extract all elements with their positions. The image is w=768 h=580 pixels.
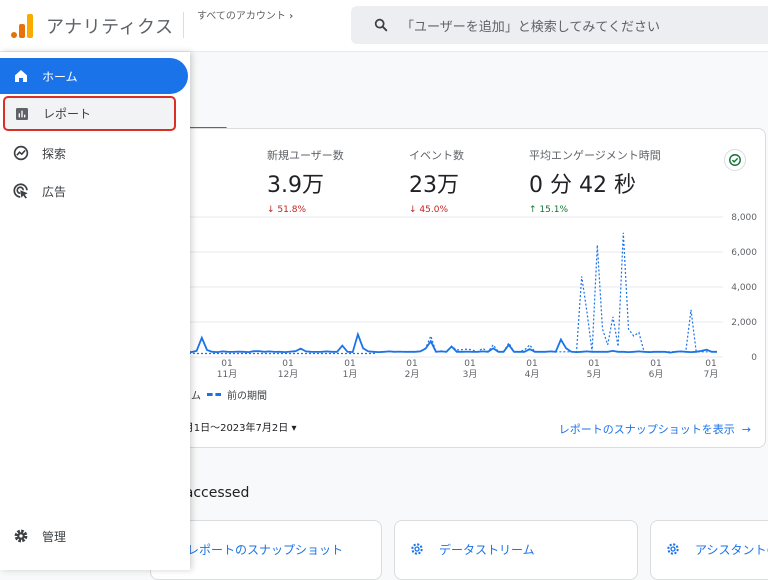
line-chart: 8,0006,0004,0002,00000111月0112月011月012月0… — [180, 213, 757, 379]
x-tick-month: 5月 — [587, 369, 602, 379]
x-tick-day: 01 — [282, 359, 293, 369]
legend-previous-swatch — [207, 393, 221, 396]
x-tick-day: 01 — [344, 359, 355, 369]
account-selector-label: すべてのアカウント — [197, 11, 286, 22]
arrow-right-icon: → — [738, 423, 751, 436]
sidebar-item-admin[interactable]: 管理 — [0, 518, 188, 554]
sidebar-item-label: 探索 — [42, 146, 67, 161]
top-bar: アナリティクス すべてのアカウント › 「ユーザーを追加」と検索してみてください — [0, 0, 768, 52]
gear-icon — [667, 543, 679, 555]
legend-previous-label: 前の期間 — [227, 391, 267, 402]
x-tick-month: 6月 — [649, 369, 664, 379]
metric-value: 0 分 42 秒 — [529, 173, 636, 198]
caret-down-icon: ▾ — [291, 423, 297, 434]
title-divider — [183, 12, 184, 38]
sidebar-item-reports[interactable]: レポート — [3, 96, 176, 131]
search-input[interactable]: 「ユーザーを追加」と検索してみてください — [351, 6, 768, 44]
sidebar-item-ads[interactable]: 広告 — [0, 173, 188, 209]
x-tick-month: 7月 — [704, 369, 719, 379]
sidebar-item-home[interactable]: ホーム — [0, 58, 188, 94]
sidebar-item-label: 管理 — [42, 529, 67, 544]
metric-value: 23万 — [409, 173, 459, 198]
app-title: アナリティクス — [46, 17, 174, 38]
sidebar-item-explore[interactable]: 探索 — [0, 135, 188, 171]
sidebar-nav: ホーム レポート 探索 広告 管理 — [0, 52, 190, 570]
bar-chart-icon — [13, 105, 31, 123]
x-tick-day: 01 — [406, 359, 417, 369]
snapshot-link-label: レポートのスナップショットを表示 — [558, 423, 735, 436]
y-tick-label: 2,000 — [731, 318, 757, 328]
x-tick-day: 01 — [221, 359, 232, 369]
gear-icon — [411, 543, 423, 555]
metric-events[interactable]: イベント数 23万 ↓ 45.0% — [409, 147, 464, 215]
recent-card-title: アシスタントの — [695, 543, 768, 557]
series-line-previous — [181, 232, 717, 355]
sidebar-item-label: レポート — [43, 107, 92, 121]
x-tick-day: 01 — [526, 359, 537, 369]
gear-icon — [12, 527, 30, 545]
ads-cursor-icon — [12, 182, 30, 200]
x-tick-day: 01 — [588, 359, 599, 369]
metric-value: 3.9万 — [267, 173, 324, 198]
x-tick-month: 2月 — [405, 369, 420, 379]
view-snapshot-link[interactable]: レポートのスナップショットを表示 → — [559, 421, 751, 437]
sidebar-item-label: 広告 — [42, 184, 67, 199]
x-tick-month: 11月 — [217, 369, 237, 379]
explore-icon — [12, 144, 30, 162]
recent-card-title: データストリーム — [439, 543, 535, 557]
home-icon — [12, 67, 30, 85]
metric-label: 新規ユーザー数 — [267, 149, 344, 162]
sidebar-item-label: ホーム — [42, 69, 78, 84]
y-tick-label: 8,000 — [731, 213, 757, 223]
analytics-logo-icon[interactable] — [10, 12, 34, 38]
y-tick-label: 0 — [751, 353, 757, 363]
insights-check-icon[interactable] — [724, 149, 746, 171]
x-tick-day: 01 — [705, 359, 716, 369]
x-tick-month: 4月 — [525, 369, 540, 379]
metric-engagement-time[interactable]: 平均エンゲージメント時間 0 分 42 秒 ↑ 15.1% — [529, 147, 661, 215]
chevron-right-icon: › — [289, 11, 294, 22]
metric-label: イベント数 — [409, 149, 464, 162]
account-selector[interactable]: すべてのアカウント › — [197, 7, 293, 22]
recent-card-title: レポートのスナップショット — [187, 543, 344, 557]
recent-card-data-stream[interactable]: データストリーム — [394, 520, 638, 580]
tab-strip — [190, 52, 768, 128]
x-tick-day: 01 — [650, 359, 661, 369]
recent-card-assistant[interactable]: アシスタントの — [650, 520, 768, 580]
metric-label: 平均エンゲージメント時間 — [529, 149, 661, 162]
x-tick-month: 12月 — [278, 369, 298, 379]
x-tick-day: 01 — [464, 359, 475, 369]
x-tick-month: 3月 — [463, 369, 478, 379]
search-icon — [374, 18, 388, 32]
y-tick-label: 6,000 — [731, 248, 757, 258]
overview-card: ー 万 % 新規ユーザー数 3.9万 ↓ 51.8% イベント数 23万 ↓ 4… — [160, 128, 766, 448]
x-tick-month: 1月 — [343, 369, 358, 379]
search-placeholder: 「ユーザーを追加」と検索してみてください — [401, 20, 660, 35]
metric-new-users[interactable]: 新規ユーザー数 3.9万 ↓ 51.8% — [267, 147, 344, 215]
y-tick-label: 4,000 — [731, 283, 757, 293]
